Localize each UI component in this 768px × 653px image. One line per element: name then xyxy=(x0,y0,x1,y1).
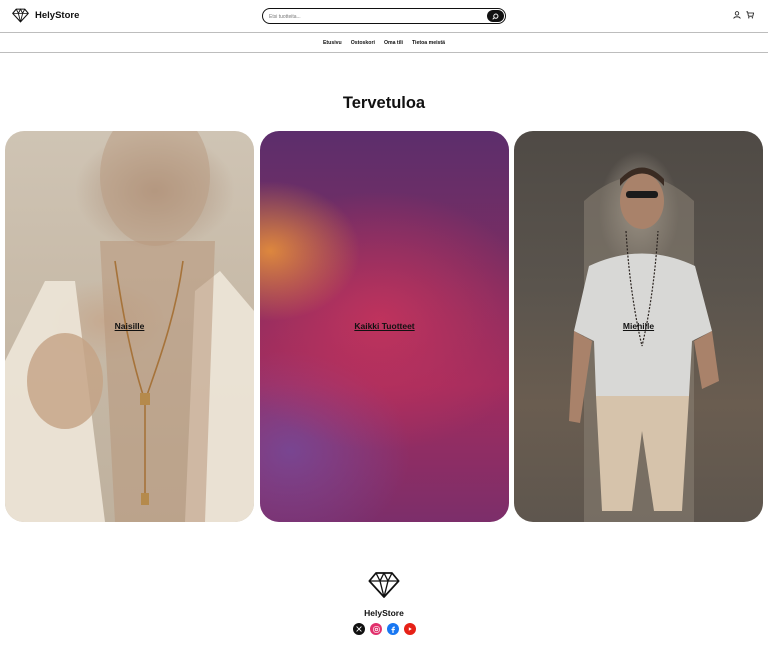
category-label-men[interactable]: Miehille xyxy=(514,321,763,331)
youtube-icon[interactable] xyxy=(404,623,416,635)
category-card-all-products[interactable]: Kaikki Tuotteet xyxy=(260,131,509,522)
diamond-logo-icon xyxy=(12,8,29,23)
nav-link-tietoa-meista[interactable]: Tietoa meistä xyxy=(412,40,445,46)
instagram-icon[interactable] xyxy=(370,623,382,635)
category-card-women[interactable]: Naisille xyxy=(5,131,254,522)
search-button[interactable] xyxy=(487,10,504,22)
shopping-cart-icon[interactable] xyxy=(746,11,754,19)
user-account-icon[interactable] xyxy=(733,11,741,19)
category-label-women[interactable]: Naisille xyxy=(5,321,254,331)
brand-link[interactable]: HelyStore xyxy=(12,8,79,23)
site-header: HelyStore xyxy=(0,0,768,33)
footer-diamond-logo-icon xyxy=(368,572,400,598)
search-input[interactable] xyxy=(269,11,479,22)
category-label-all-products[interactable]: Kaikki Tuotteet xyxy=(260,321,509,331)
page-title: Tervetuloa xyxy=(342,94,426,112)
search-icon xyxy=(492,13,499,20)
brand-name: HelyStore xyxy=(35,10,80,21)
social-links xyxy=(353,623,416,635)
facebook-icon[interactable] xyxy=(387,623,399,635)
nav-link-etusivu[interactable]: Etusivu xyxy=(323,40,342,46)
nav-link-oma-tili[interactable]: Oma tili xyxy=(384,40,403,46)
main-nav: Etusivu Ostoskori Oma tili Tietoa meistä xyxy=(0,33,768,53)
search-bar xyxy=(262,8,506,24)
nav-link-ostoskori[interactable]: Ostoskori xyxy=(351,40,375,46)
footer-brand-name: HelyStore xyxy=(364,608,404,618)
category-card-men[interactable]: Miehille xyxy=(514,131,763,522)
x-icon[interactable] xyxy=(353,623,365,635)
